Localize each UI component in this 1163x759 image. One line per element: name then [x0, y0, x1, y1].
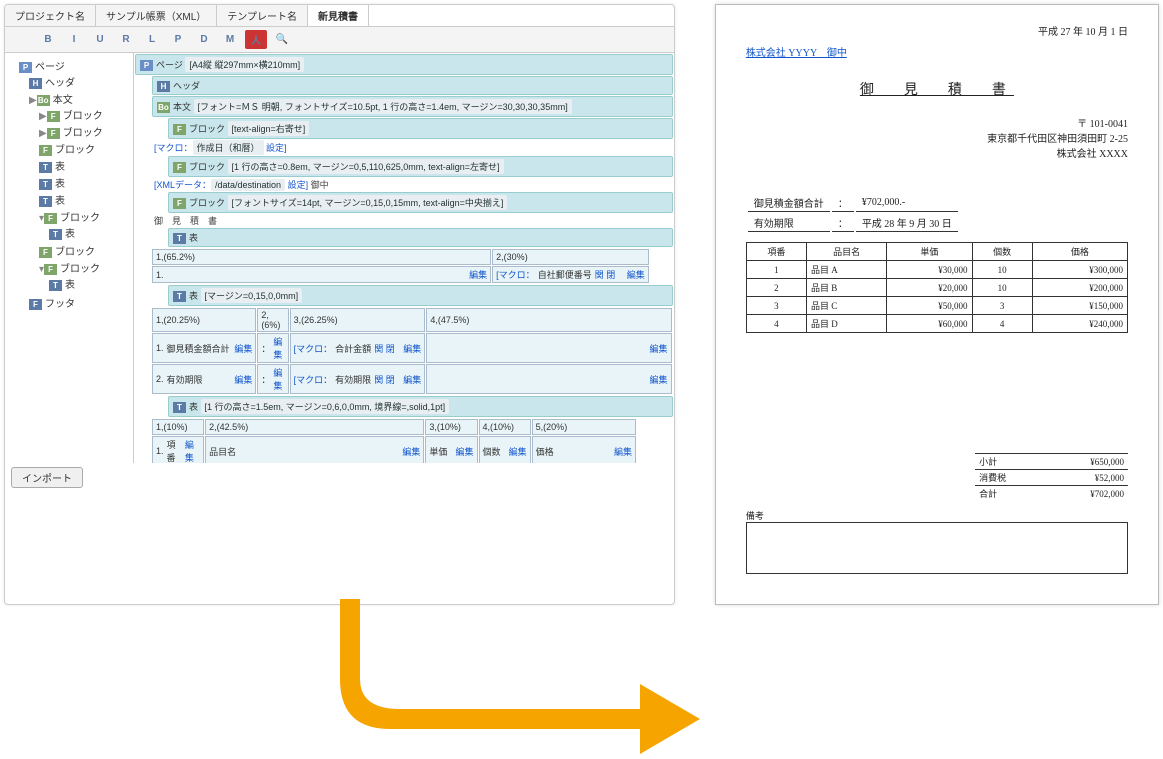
tab-template[interactable]: テンプレート名: [217, 5, 308, 26]
table-row: 4品目 D¥60,0004¥240,000: [746, 315, 1127, 333]
tab-bar: プロジェクト名 サンプル帳票（XML） テンプレート名 新見積書: [5, 5, 674, 27]
import-button[interactable]: インポート: [11, 467, 83, 488]
tree-head[interactable]: ヘッダ: [45, 78, 75, 89]
preview-remark: 備考: [746, 509, 1128, 574]
toolbar-btn-l[interactable]: L: [141, 32, 163, 47]
toolbar-btn-p[interactable]: P: [167, 32, 189, 47]
preview-items-table: 項番 品目名 単価 個数 価格 1品目 A¥30,00010¥300,0002品…: [746, 242, 1128, 333]
tab-project[interactable]: プロジェクト名: [5, 5, 96, 26]
search-icon[interactable]: 🔍: [271, 32, 293, 47]
preview-date: 平成 27 年 10 月 1 日: [746, 23, 1128, 38]
table-row: 2品目 B¥20,00010¥200,000: [746, 279, 1127, 297]
preview-page: 平成 27 年 10 月 1 日 株式会社 YYYY 御中 御 見 積 書 〒 …: [715, 4, 1159, 605]
transform-arrow-icon: [0, 609, 1163, 749]
toolbar-btn-m[interactable]: M: [219, 32, 241, 47]
tab-document[interactable]: 新見積書: [308, 5, 369, 26]
tree-body[interactable]: 本文: [53, 95, 73, 106]
tree-foot[interactable]: フッタ: [45, 299, 75, 310]
preview-client: 株式会社 YYYY 御中: [746, 44, 1128, 59]
structure-tree[interactable]: Pページ Hヘッダ ▶Bo本文 ▶Fブロック ▶Fブロック Fブロック T表 T…: [5, 53, 134, 463]
toolbar-btn-r[interactable]: R: [115, 32, 137, 47]
table-row: 3品目 C¥50,0003¥150,000: [746, 297, 1127, 315]
preview-summary: 御見積金額合計：¥702,000.- 有効期限：平成 28 年 9 月 30 日: [746, 192, 960, 234]
layout-canvas[interactable]: Pページ [A4縦 縦297mm×横210mm] Hヘッダ Bo本文 [フォント…: [134, 53, 674, 463]
toolbar-btn-italic[interactable]: I: [63, 32, 85, 47]
toolbar-btn-bold[interactable]: B: [37, 32, 59, 47]
tab-sample-xml[interactable]: サンプル帳票（XML）: [96, 5, 217, 26]
toolbar: B I U R L P D M 人 🔍: [5, 27, 674, 53]
canvas-title: 御 見 積 書: [134, 214, 674, 227]
pdf-icon[interactable]: 人: [245, 30, 267, 49]
preview-sender: 〒 101-0041 東京都千代田区神田須田町 2-25 株式会社 XXXX: [746, 117, 1128, 162]
page-meta: [A4縦 縦297mm×横210mm]: [185, 57, 304, 72]
table-row: 1品目 A¥30,00010¥300,000: [746, 261, 1127, 279]
tree-page[interactable]: ページ: [35, 62, 65, 73]
toolbar-btn-d[interactable]: D: [193, 32, 215, 47]
preview-title: 御 見 積 書: [746, 79, 1128, 99]
toolbar-btn-blank[interactable]: [11, 38, 33, 42]
toolbar-btn-underline[interactable]: U: [89, 32, 111, 47]
editor-pane: プロジェクト名 サンプル帳票（XML） テンプレート名 新見積書 B I U R…: [4, 4, 675, 605]
preview-totals: 小計¥650,000 消費税¥52,000 合計¥702,000: [746, 453, 1128, 501]
